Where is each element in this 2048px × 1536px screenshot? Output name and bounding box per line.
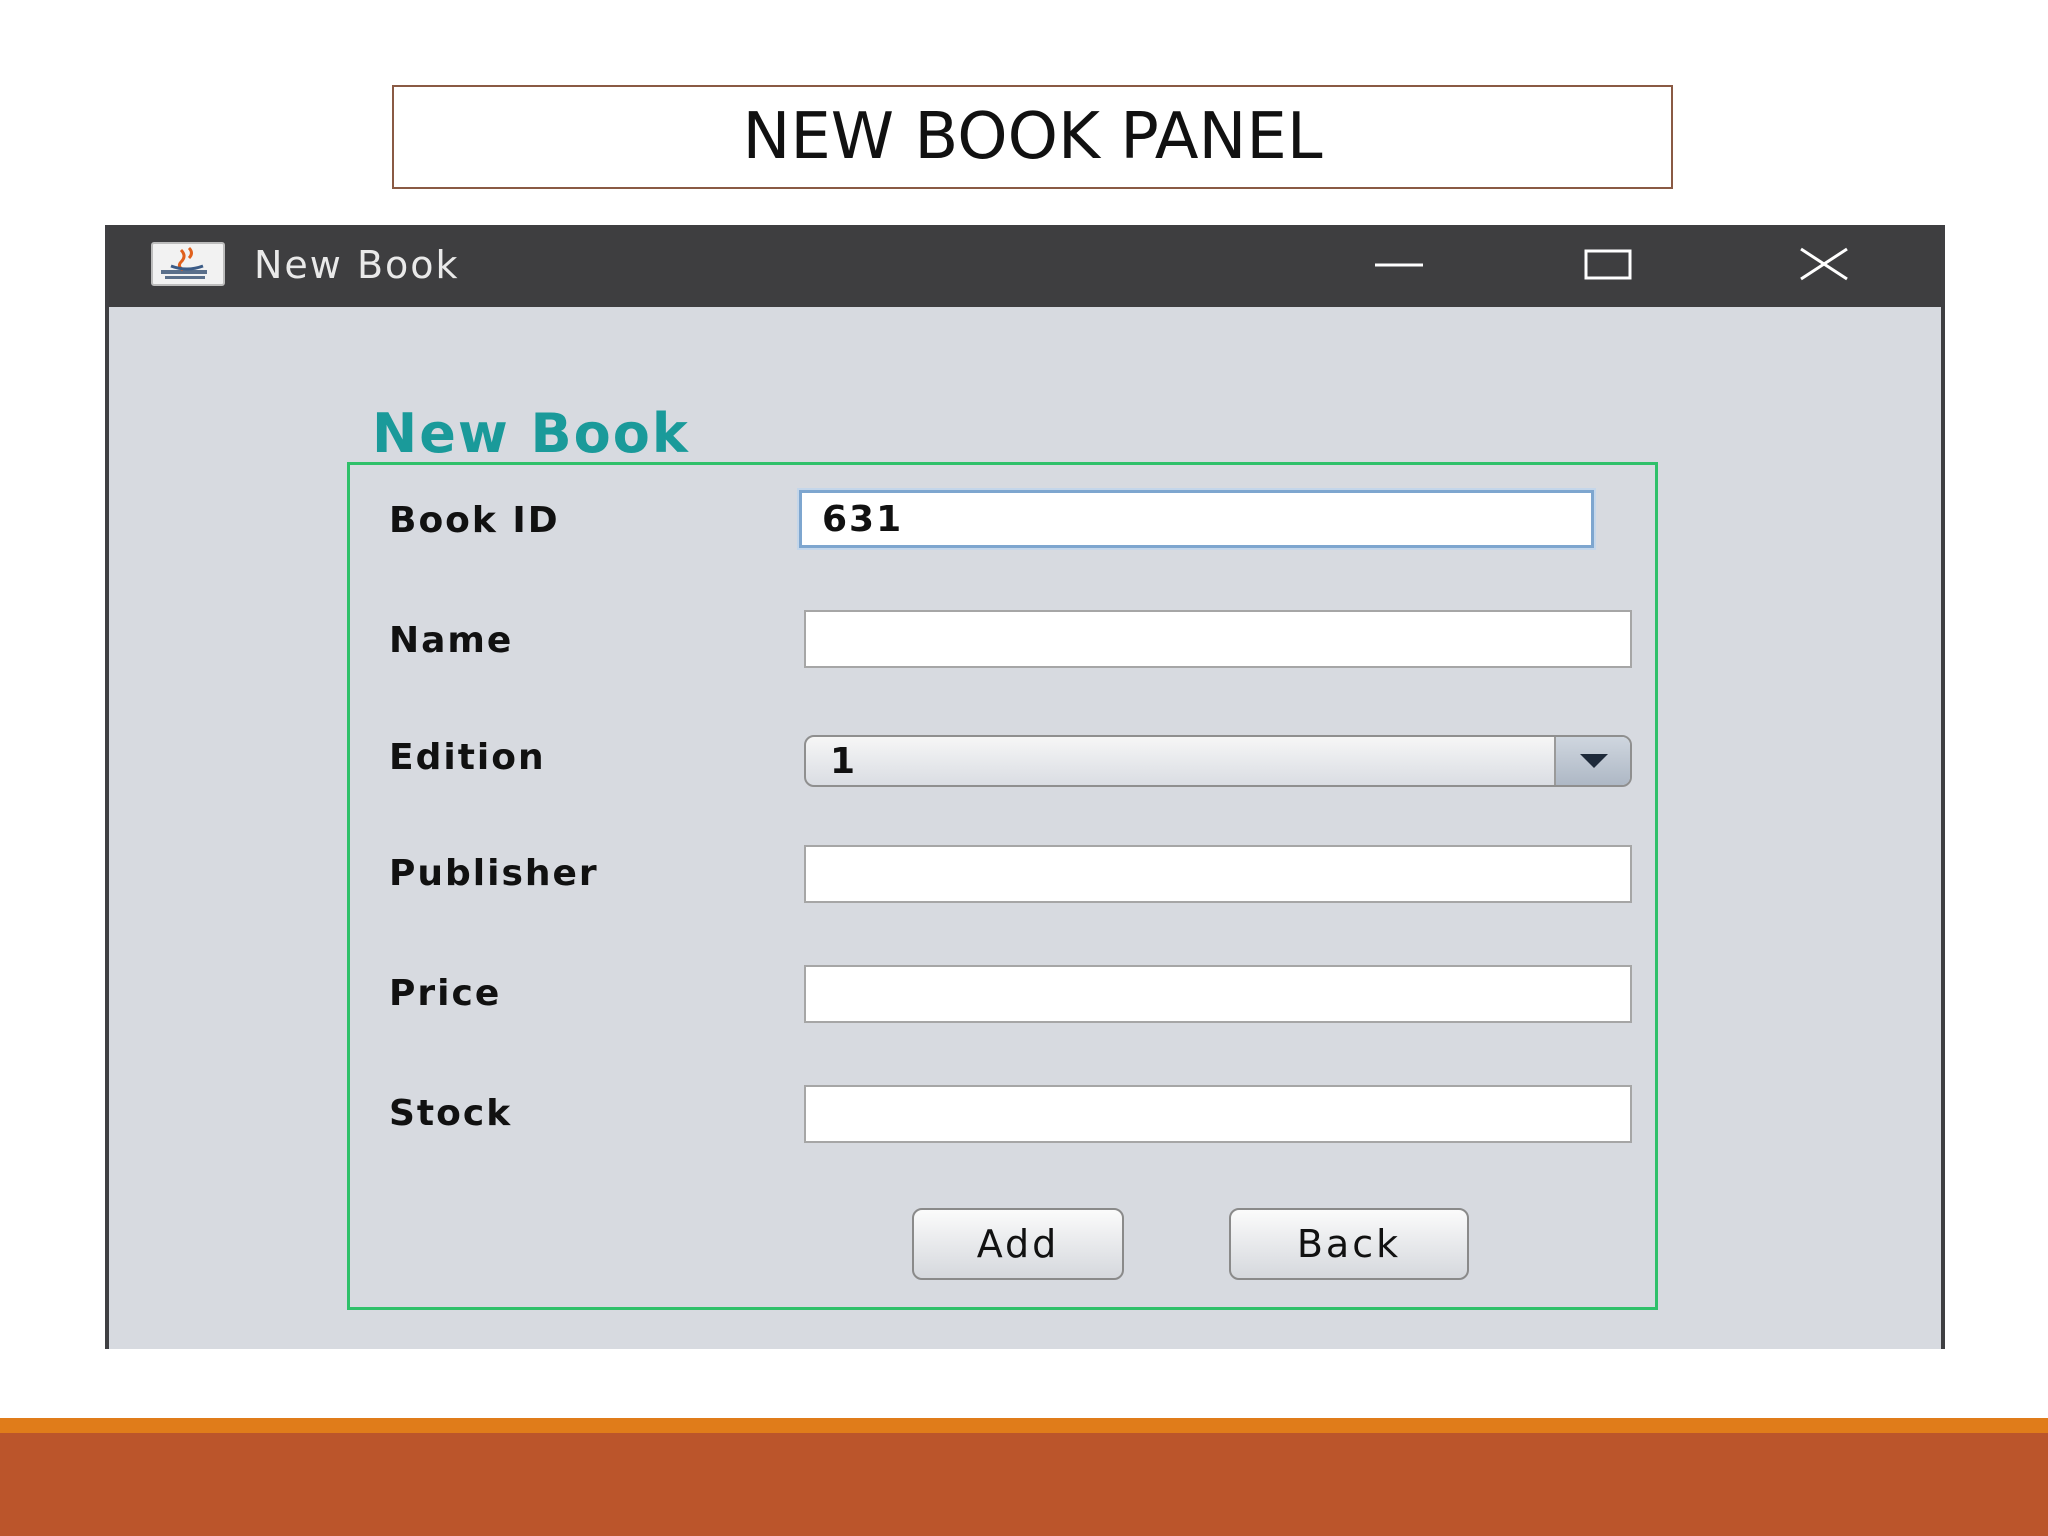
- book-id-label: Book ID: [389, 500, 560, 541]
- footer-band: [0, 1433, 2048, 1536]
- form-heading: New Book: [372, 402, 690, 465]
- book-id-input[interactable]: [799, 490, 1594, 548]
- price-label: Price: [389, 973, 502, 1014]
- close-icon[interactable]: [1774, 225, 1874, 307]
- window-title: New Book: [254, 243, 460, 287]
- back-button[interactable]: Back: [1229, 1208, 1469, 1280]
- price-input[interactable]: [804, 965, 1632, 1023]
- publisher-label: Publisher: [389, 853, 599, 894]
- name-input[interactable]: [804, 610, 1632, 668]
- edition-label: Edition: [389, 737, 546, 778]
- minimize-icon[interactable]: [1349, 225, 1449, 307]
- stock-label: Stock: [389, 1093, 513, 1134]
- slide: NEW BOOK PANEL New Book New Book Book ID…: [0, 0, 2048, 1536]
- maximize-icon[interactable]: [1559, 225, 1659, 307]
- edition-selected-value: 1: [830, 741, 856, 782]
- app-window: New Book New Book Book ID 631 Name Editi…: [105, 225, 1945, 1349]
- stock-input[interactable]: [804, 1085, 1632, 1143]
- add-button[interactable]: Add: [912, 1208, 1124, 1280]
- publisher-input[interactable]: [804, 845, 1632, 903]
- slide-title: NEW BOOK PANEL: [742, 100, 1323, 174]
- title-bar[interactable]: New Book: [109, 225, 1941, 307]
- chevron-down-icon[interactable]: [1554, 737, 1630, 785]
- slide-title-box: NEW BOOK PANEL: [392, 85, 1673, 189]
- name-label: Name: [389, 620, 514, 661]
- footer-accent-stripe: [0, 1418, 2048, 1433]
- java-app-icon: [151, 242, 225, 286]
- edition-select[interactable]: 1: [804, 735, 1632, 787]
